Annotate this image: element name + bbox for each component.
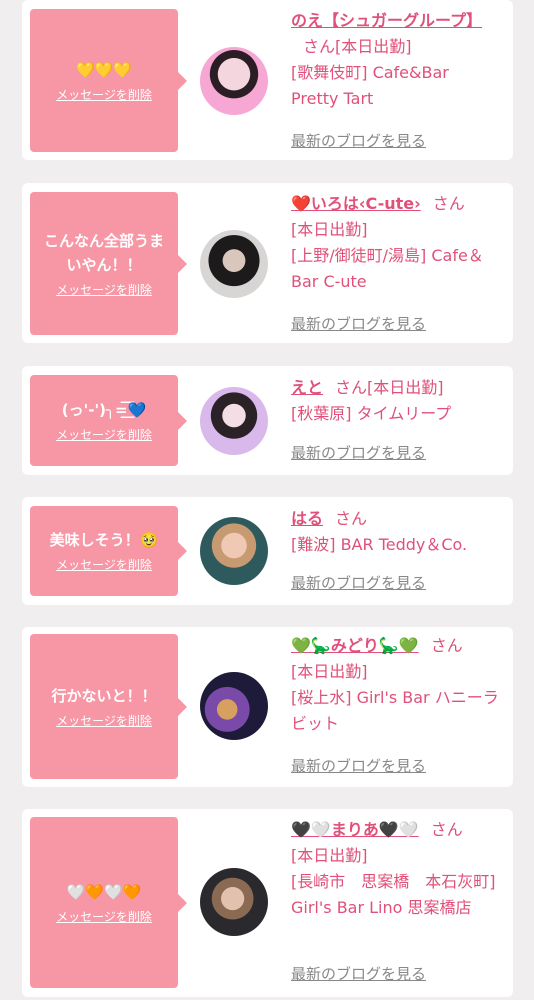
message-card: 🤍🧡🤍🧡 メッセージを削除 🖤🤍まりあ🖤🤍 さん [本日出勤] [長崎市 思案橋 … <box>22 809 513 997</box>
latest-blog-link[interactable]: 最新のブログを見る <box>291 756 426 776</box>
cast-name-link[interactable]: えと <box>291 378 323 397</box>
shop-name: [歌舞伎町] Cafe&Bar Pretty Tart <box>291 63 449 108</box>
delete-message-link[interactable]: メッセージを削除 <box>56 281 152 299</box>
honorific: さん <box>335 509 368 528</box>
avatar[interactable] <box>200 517 268 585</box>
message-card: 💛💛💛 メッセージを削除 のえ【シュガーグループ】さん[本日出勤] [歌舞伎町]… <box>22 0 513 160</box>
status-badge: [本日出勤] <box>291 662 368 681</box>
message-card: 美味しそう！🥹 メッセージを削除 はる さん [難波] BAR Teddy＆Co.… <box>22 497 513 605</box>
delete-message-link[interactable]: メッセージを削除 <box>56 908 152 926</box>
honorific: さん <box>303 37 336 56</box>
cast-name-link[interactable]: ❤️いろは‹C-ute› <box>291 194 421 213</box>
message-list: 💛💛💛 メッセージを削除 のえ【シュガーグループ】さん[本日出勤] [歌舞伎町]… <box>0 0 534 1000</box>
message-text: (っ'-')╮=͟͟͞͞💙 <box>61 400 147 419</box>
shop-name: [秋葉原] タイムリープ <box>291 404 452 423</box>
cast-info: ❤️いろは‹C-ute› さん [本日出勤] [上野/御徒町/湯島] Cafe＆B… <box>291 191 501 295</box>
latest-blog-link[interactable]: 最新のブログを見る <box>291 964 426 984</box>
shop-name: [難波] BAR Teddy＆Co. <box>291 535 468 554</box>
avatar[interactable] <box>200 868 268 936</box>
latest-blog-link[interactable]: 最新のブログを見る <box>291 314 426 334</box>
status-badge: [本日出勤] <box>291 846 368 865</box>
cast-name-link[interactable]: 🖤🤍まりあ🖤🤍 <box>291 820 419 839</box>
status-badge: [本日出勤] <box>335 37 412 56</box>
avatar[interactable] <box>200 230 268 298</box>
cast-name-link[interactable]: はる <box>291 509 323 528</box>
message-card: (っ'-')╮=͟͟͞͞💙 メッセージを削除 えと さん[本日出勤] [秋葉原] … <box>22 366 513 475</box>
status-badge: [本日出勤] <box>291 220 368 239</box>
avatar[interactable] <box>200 47 268 115</box>
message-bubble: こんなん全部うまいやん！！ メッセージを削除 <box>30 192 187 335</box>
delete-message-link[interactable]: メッセージを削除 <box>56 86 152 104</box>
message-bubble: 💛💛💛 メッセージを削除 <box>30 9 187 152</box>
message-card: こんなん全部うまいやん！！ メッセージを削除 ❤️いろは‹C-ute› さん [本… <box>22 183 513 343</box>
cast-name-link[interactable]: 💚🦕みどり🦕💚 <box>291 636 419 655</box>
message-text: 美味しそう！🥹 <box>49 531 159 549</box>
cast-info: 🖤🤍まりあ🖤🤍 さん [本日出勤] [長崎市 思案橋 本石灰町] Girl's B… <box>291 817 501 921</box>
message-bubble: 美味しそう！🥹 メッセージを削除 <box>30 506 187 596</box>
cast-info: えと さん[本日出勤] [秋葉原] タイムリープ <box>291 375 501 427</box>
message-text: 行かないと！！ <box>51 686 157 705</box>
honorific: さん <box>430 820 463 839</box>
honorific: さん <box>430 636 463 655</box>
latest-blog-link[interactable]: 最新のブログを見る <box>291 443 426 463</box>
message-text: 🤍🧡🤍🧡 <box>66 882 142 901</box>
message-card: 行かないと！！ メッセージを削除 💚🦕みどり🦕💚 さん [本日出勤] [桜上水] … <box>22 627 513 787</box>
latest-blog-link[interactable]: 最新のブログを見る <box>291 573 426 593</box>
honorific: さん <box>432 194 465 213</box>
delete-message-link[interactable]: メッセージを削除 <box>56 556 152 574</box>
message-text: こんなん全部うまいやん！！ <box>43 231 164 274</box>
honorific: さん <box>335 378 368 397</box>
delete-message-link[interactable]: メッセージを削除 <box>56 426 152 444</box>
avatar[interactable] <box>200 672 268 740</box>
cast-name-link[interactable]: のえ【シュガーグループ】 <box>291 11 482 30</box>
shop-name: [桜上水] Girl's Bar ハニーラビット <box>291 688 499 733</box>
cast-info: 💚🦕みどり🦕💚 さん [本日出勤] [桜上水] Girl's Bar ハニーラビッ… <box>291 633 501 737</box>
delete-message-link[interactable]: メッセージを削除 <box>56 712 152 730</box>
message-bubble: (っ'-')╮=͟͟͞͞💙 メッセージを削除 <box>30 375 187 466</box>
latest-blog-link[interactable]: 最新のブログを見る <box>291 131 426 151</box>
shop-name: [上野/御徒町/湯島] Cafe＆Bar C-ute <box>291 246 484 291</box>
status-badge: [本日出勤] <box>367 378 444 397</box>
message-bubble: 🤍🧡🤍🧡 メッセージを削除 <box>30 817 187 988</box>
message-bubble: 行かないと！！ メッセージを削除 <box>30 634 187 779</box>
cast-info: のえ【シュガーグループ】さん[本日出勤] [歌舞伎町] Cafe&Bar Pre… <box>291 8 501 112</box>
cast-info: はる さん [難波] BAR Teddy＆Co. <box>291 506 501 558</box>
shop-name: [長崎市 思案橋 本石灰町] Girl's Bar Lino 思案橋店 <box>291 872 496 917</box>
avatar[interactable] <box>200 387 268 455</box>
message-text: 💛💛💛 <box>75 60 133 79</box>
